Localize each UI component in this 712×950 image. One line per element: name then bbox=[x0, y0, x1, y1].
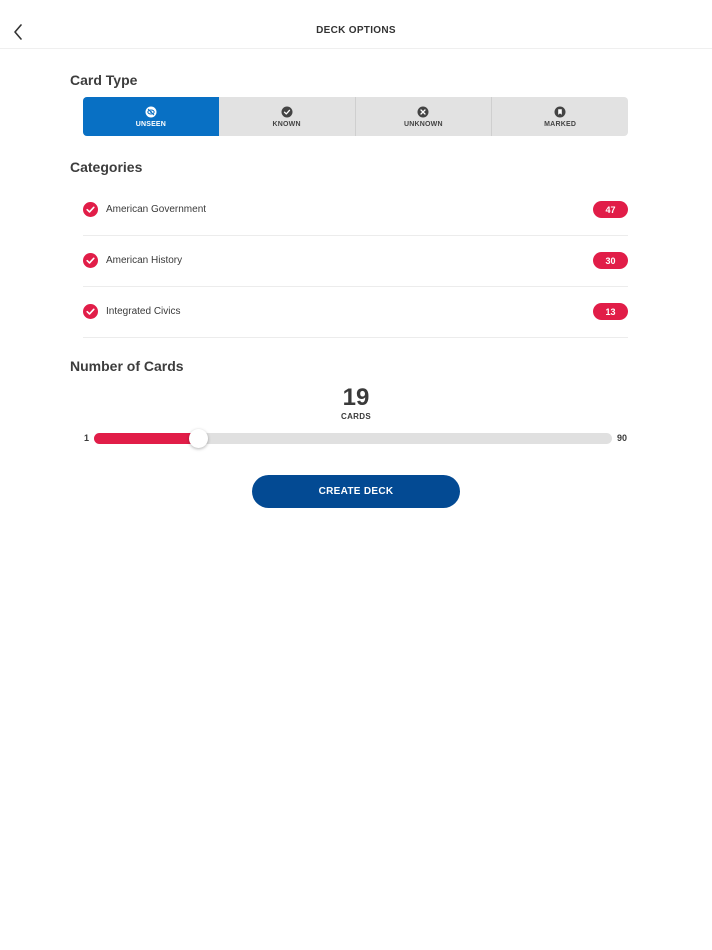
category-item-integrated-civics[interactable]: Integrated Civics 13 bbox=[83, 287, 628, 338]
card-count-display: 19 CARDS bbox=[0, 384, 712, 421]
category-label: American History bbox=[106, 255, 183, 266]
card-type-unknown-button[interactable]: UNKNOWN bbox=[354, 97, 492, 136]
slider-fill bbox=[94, 433, 199, 444]
slider-min-label: 1 bbox=[84, 433, 90, 443]
card-type-heading: Card Type bbox=[70, 72, 138, 88]
check-circle-icon bbox=[83, 202, 98, 217]
category-label: American Government bbox=[106, 204, 207, 215]
category-label: Integrated Civics bbox=[106, 306, 181, 317]
count-badge: 13 bbox=[593, 303, 628, 320]
card-type-selector: UNSEEN KNOWN UNKNOWN MARKED bbox=[83, 97, 628, 136]
card-count-slider[interactable] bbox=[94, 429, 612, 448]
bookmark-circle-icon bbox=[554, 106, 566, 117]
card-count-value: 19 bbox=[342, 384, 370, 411]
segment-label: UNKNOWN bbox=[404, 120, 443, 128]
check-circle-icon bbox=[83, 304, 98, 319]
slider-thumb[interactable] bbox=[189, 429, 208, 448]
card-type-known-button[interactable]: KNOWN bbox=[219, 97, 355, 136]
category-list: American Government 47 American History … bbox=[83, 185, 628, 338]
category-item-american-history[interactable]: American History 30 bbox=[83, 236, 628, 287]
eye-slash-icon bbox=[145, 106, 157, 117]
x-circle-icon bbox=[417, 106, 429, 117]
segment-label: KNOWN bbox=[272, 120, 301, 128]
segment-label: MARKED bbox=[544, 120, 577, 128]
category-item-american-government[interactable]: American Government 47 bbox=[83, 185, 628, 236]
segment-label: UNSEEN bbox=[135, 120, 167, 128]
number-of-cards-heading: Number of Cards bbox=[70, 358, 184, 374]
create-deck-button[interactable]: CREATE DECK bbox=[252, 475, 460, 508]
card-count-unit: CARDS bbox=[341, 412, 371, 421]
count-badge: 47 bbox=[593, 201, 628, 218]
check-circle-icon bbox=[281, 106, 293, 117]
categories-heading: Categories bbox=[70, 159, 143, 175]
page-title: DECK OPTIONS bbox=[316, 25, 396, 36]
top-nav-bar: DECK OPTIONS bbox=[0, 0, 712, 49]
card-type-unseen-button[interactable]: UNSEEN bbox=[83, 97, 219, 136]
slider-max-label: 90 bbox=[617, 433, 628, 443]
count-badge: 30 bbox=[593, 252, 628, 269]
card-type-marked-button[interactable]: MARKED bbox=[491, 97, 628, 136]
check-circle-icon bbox=[83, 253, 98, 268]
